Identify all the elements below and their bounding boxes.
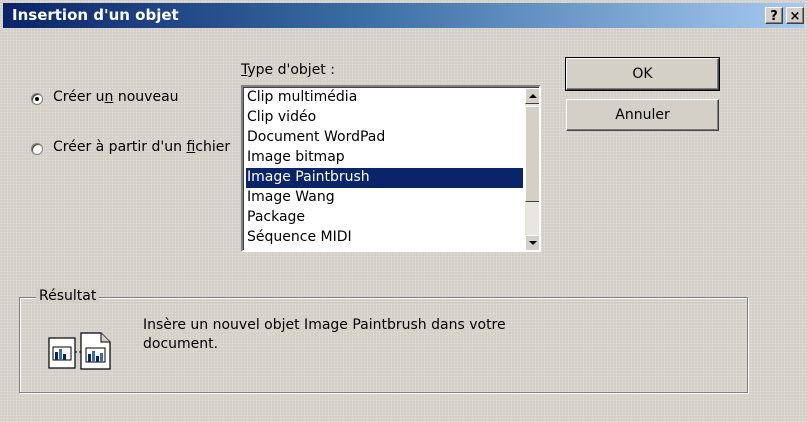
scroll-down-button[interactable] bbox=[525, 235, 539, 250]
list-item[interactable]: Séquence MIDI bbox=[246, 228, 523, 248]
list-item[interactable]: Document WordPad bbox=[246, 128, 523, 148]
create-new-label-post: nouveau bbox=[113, 89, 179, 105]
create-from-file-label[interactable]: Créer à partir d'un fichier bbox=[53, 139, 230, 155]
arrow-up-icon bbox=[529, 94, 537, 98]
list-item[interactable]: Image bitmap bbox=[246, 148, 523, 168]
list-item[interactable]: Package bbox=[246, 208, 523, 228]
title-bar[interactable]: Insertion d'un objet ? × bbox=[3, 3, 804, 28]
create-from-file-label-pre: Créer à partir d'un bbox=[53, 139, 187, 155]
window-title: Insertion d'un objet bbox=[12, 6, 179, 24]
create-from-file-radio[interactable] bbox=[31, 143, 43, 155]
create-from-file-label-accel: f bbox=[186, 139, 196, 155]
object-type-listbox[interactable]: Clip multimédia Clip vidéo Document Word… bbox=[241, 85, 541, 252]
object-document-icon bbox=[48, 332, 111, 370]
radio-selected-dot bbox=[35, 97, 39, 101]
create-new-radio[interactable] bbox=[31, 93, 43, 105]
list-item[interactable]: Clip multimédia bbox=[246, 88, 523, 108]
result-description-line1: Insère un nouvel objet Image Paintbrush … bbox=[143, 317, 506, 333]
cancel-button[interactable]: Annuler bbox=[566, 99, 719, 131]
scroll-thumb[interactable] bbox=[525, 106, 539, 202]
list-item[interactable]: Clip vidéo bbox=[246, 108, 523, 128]
result-description: Insère un nouvel objet Image Paintbrush … bbox=[143, 316, 563, 354]
listbox-scrollbar[interactable] bbox=[525, 88, 539, 250]
list-item[interactable]: Image Wang bbox=[246, 188, 523, 208]
create-from-file-label-post: ichier bbox=[195, 139, 231, 155]
arrow-down-icon bbox=[529, 241, 537, 245]
scroll-up-button[interactable] bbox=[525, 88, 539, 104]
list-item-selected[interactable]: Image Paintbrush bbox=[246, 168, 523, 188]
result-description-line2: document. bbox=[143, 336, 219, 352]
result-legend: Résultat bbox=[36, 288, 100, 304]
insert-object-dialog: Insertion d'un objet ? × Créer un nouvea… bbox=[0, 0, 807, 422]
create-new-label-pre: Créer u bbox=[53, 89, 105, 105]
object-type-label: Type d'objet : bbox=[241, 62, 335, 78]
close-button[interactable]: × bbox=[786, 7, 804, 24]
ok-button[interactable]: OK bbox=[565, 57, 720, 91]
create-new-label[interactable]: Créer un nouveau bbox=[53, 89, 179, 105]
object-type-label-rest: ype d'objet : bbox=[247, 62, 335, 78]
help-button[interactable]: ? bbox=[765, 7, 783, 24]
